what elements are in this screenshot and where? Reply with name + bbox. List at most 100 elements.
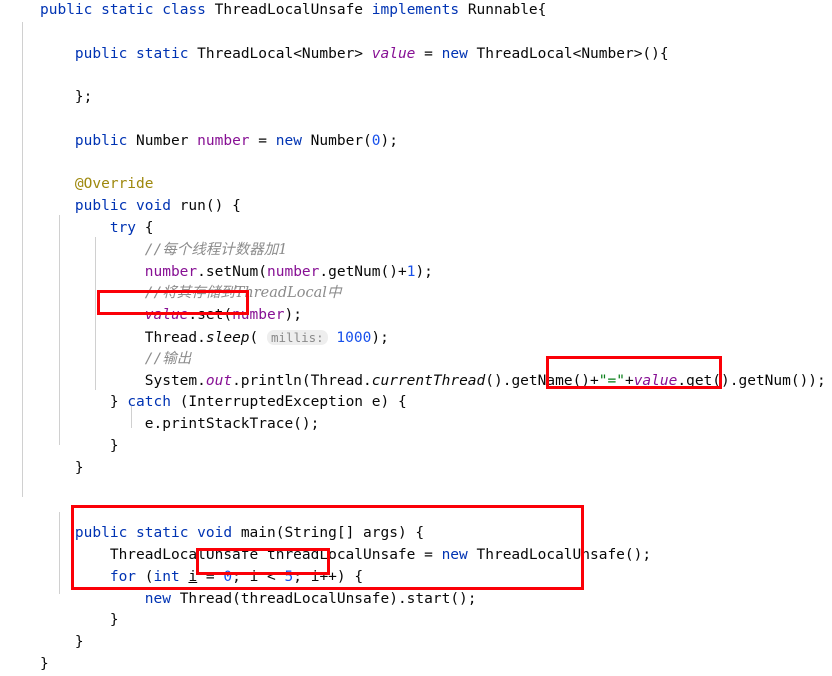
code-line[interactable] bbox=[0, 480, 832, 502]
code-line[interactable] bbox=[0, 153, 832, 175]
code-token: ); bbox=[371, 329, 389, 346]
code-line[interactable]: public void run() { bbox=[0, 196, 832, 218]
code-token: public bbox=[40, 2, 93, 18]
code-line[interactable]: new Thread(threadLocalUnsafe).start(); bbox=[0, 589, 832, 611]
code-token: ); bbox=[380, 132, 398, 149]
code-token: number bbox=[267, 263, 320, 280]
code-line[interactable]: } bbox=[0, 610, 832, 632]
code-token: ThreadLocalUnsafe bbox=[205, 2, 372, 18]
code-token: 将其存储到ThreadLocal中 bbox=[162, 285, 342, 302]
code-token: void bbox=[136, 198, 171, 215]
code-token: }; bbox=[74, 89, 93, 106]
code-token: Number( bbox=[301, 132, 372, 149]
code-token: public bbox=[74, 45, 128, 62]
code-token: implements bbox=[371, 2, 460, 18]
code-token: new bbox=[441, 45, 468, 62]
code-line[interactable]: }; bbox=[0, 87, 832, 109]
code-line[interactable]: } bbox=[0, 632, 832, 654]
code-line[interactable]: for (int i = 0; i < 5; i++) { bbox=[0, 567, 832, 589]
code-token: Number bbox=[127, 132, 198, 149]
code-token: out bbox=[205, 372, 233, 389]
code-content[interactable]: public static class ThreadLocalUnsafe im… bbox=[0, 0, 832, 676]
code-token: .set( bbox=[188, 307, 233, 324]
code-line[interactable]: e.printStackTrace(); bbox=[0, 414, 832, 436]
code-line[interactable]: public static class ThreadLocalUnsafe im… bbox=[0, 0, 832, 22]
code-line[interactable] bbox=[0, 501, 832, 523]
code-token: .setNum( bbox=[197, 263, 267, 280]
code-token: ThreadLocalUnsafe(); bbox=[467, 546, 652, 563]
code-token: for bbox=[109, 568, 137, 585]
code-token: Runnable{ bbox=[459, 2, 547, 18]
code-editor[interactable]: public static class ThreadLocalUnsafe im… bbox=[0, 0, 832, 672]
code-token: 5 bbox=[284, 568, 294, 585]
code-line[interactable] bbox=[0, 109, 832, 131]
code-token: } bbox=[109, 394, 128, 411]
code-token: .get().getNum()); bbox=[677, 372, 826, 389]
code-line[interactable]: public static ThreadLocal<Number> value … bbox=[0, 44, 832, 66]
code-token: new bbox=[275, 132, 302, 149]
code-token: static bbox=[136, 525, 189, 542]
code-token: ( bbox=[249, 329, 267, 346]
code-token: 0 bbox=[223, 568, 233, 585]
code-line[interactable]: System.out.println(Thread.currentThread(… bbox=[0, 371, 832, 393]
code-token: (InterruptedException e) { bbox=[170, 394, 407, 411]
code-line[interactable]: } bbox=[0, 654, 832, 676]
code-line[interactable]: //将其存储到ThreadLocal中 bbox=[0, 283, 832, 305]
code-token: 每个线程计数器加1 bbox=[162, 241, 288, 258]
code-token: try bbox=[109, 219, 137, 236]
code-line[interactable]: public static void main(String[] args) { bbox=[0, 523, 832, 545]
code-line[interactable]: public Number number = new Number(0); bbox=[0, 131, 832, 153]
code-token: ().getName()+ bbox=[485, 372, 599, 389]
code-token: void bbox=[197, 525, 233, 542]
code-token: ThreadLocal<Number> bbox=[188, 45, 372, 62]
code-token: + bbox=[624, 372, 634, 389]
code-line[interactable]: //输出 bbox=[0, 349, 832, 371]
code-line[interactable] bbox=[0, 22, 832, 44]
code-token: ; i < bbox=[232, 568, 285, 585]
code-line[interactable]: } bbox=[0, 436, 832, 458]
code-token: = bbox=[415, 45, 442, 62]
code-line[interactable] bbox=[0, 65, 832, 87]
code-token: number bbox=[232, 307, 285, 324]
code-token: ThreadLocal<Number>(){ bbox=[467, 45, 669, 62]
code-token: @Override bbox=[74, 176, 154, 193]
code-token: 输出 bbox=[162, 350, 192, 367]
code-line[interactable]: } catch (InterruptedException e) { bbox=[0, 392, 832, 414]
code-line[interactable]: @Override bbox=[0, 174, 832, 196]
code-token: { bbox=[136, 219, 154, 236]
code-token: } bbox=[40, 655, 49, 672]
code-line[interactable]: ThreadLocalUnsafe threadLocalUnsafe = ne… bbox=[0, 545, 832, 567]
code-token: } bbox=[74, 459, 84, 476]
code-token: static bbox=[101, 2, 154, 18]
code-line[interactable]: value.set(number); bbox=[0, 305, 832, 327]
code-token: = bbox=[249, 132, 276, 149]
code-line[interactable]: } bbox=[0, 458, 832, 480]
code-line[interactable]: //每个线程计数器加1 bbox=[0, 240, 832, 262]
code-token: Thread. bbox=[144, 329, 206, 346]
code-line[interactable]: Thread.sleep( millis: 1000); bbox=[0, 327, 832, 349]
code-token: value bbox=[371, 45, 416, 62]
code-line[interactable]: number.setNum(number.getNum()+1); bbox=[0, 262, 832, 284]
code-token: i bbox=[188, 568, 198, 585]
code-line[interactable]: try { bbox=[0, 218, 832, 240]
